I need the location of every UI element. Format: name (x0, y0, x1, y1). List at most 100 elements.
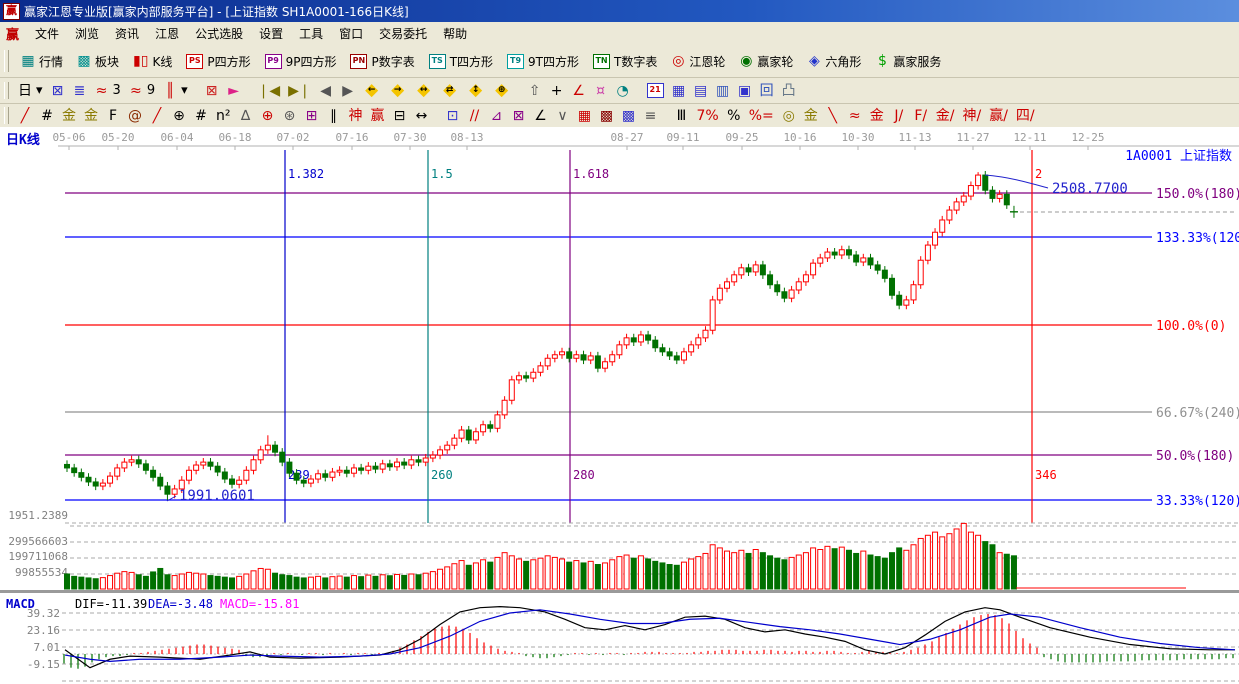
angle-fan-tool[interactable]: ∠ (530, 107, 552, 125)
p-square-button[interactable]: PSP四方形 (179, 50, 257, 73)
volume-profile-tool[interactable]: Ⅲ (671, 107, 693, 125)
hexagon-button[interactable]: ◈六角形 (800, 50, 868, 73)
pan-hand-icon[interactable]: ⇧ (524, 82, 546, 100)
flag-icon[interactable]: ► (223, 82, 245, 100)
9t-square-button[interactable]: T99T四方形 (500, 50, 586, 73)
menu-item-0[interactable]: 文件 (27, 24, 67, 44)
t-square-button[interactable]: TST四方形 (422, 50, 500, 73)
report-icon[interactable]: ▥ (712, 82, 734, 100)
toolbar-grip[interactable] (4, 82, 9, 100)
square-web-tool[interactable]: ⊞ (301, 107, 323, 125)
redraw-icon[interactable]: ⊠ (201, 82, 223, 100)
menu-item-9[interactable]: 帮助 (435, 24, 475, 44)
gann-wheel-button[interactable]: ◎江恩轮 (664, 50, 732, 73)
f-angle-tool[interactable]: F/ (910, 107, 932, 125)
ying-angle-tool[interactable]: 赢/ (985, 107, 1012, 125)
j-angle-tool[interactable]: J/ (888, 107, 910, 125)
pixel-grid2-tool[interactable]: ▩ (596, 107, 618, 125)
chart-9-icon[interactable]: ≈9 (125, 82, 159, 100)
sectors-button[interactable]: ▩板块 (70, 50, 126, 73)
gold-circle-tool[interactable]: ◎ (778, 107, 800, 125)
windows-icon[interactable]: 回 (756, 82, 778, 100)
grid-plus-tool[interactable]: # (190, 107, 212, 125)
menu-item-2[interactable]: 资讯 (107, 24, 147, 44)
f-comb-tool[interactable]: F (102, 107, 124, 125)
smart-tool-icon[interactable]: ◔ (612, 82, 634, 100)
web-zoom-icon[interactable]: ⊠ (47, 82, 69, 100)
n-square-tool[interactable]: n² (212, 107, 235, 125)
gold-angle-tool[interactable]: 金/ (932, 107, 959, 125)
angle-measure-icon[interactable]: ∠ (568, 82, 590, 100)
calculator-icon[interactable]: ▦ (668, 82, 690, 100)
chart-canvas[interactable]: 05-0605-2006-0406-1807-0207-1607-3008-13… (0, 127, 1239, 684)
menu-item-3[interactable]: 江恩 (147, 24, 187, 44)
gold-bars-tool[interactable]: 金 (866, 107, 888, 125)
box-select-tool[interactable]: ⊡ (442, 107, 464, 125)
percent-tool[interactable]: % (723, 107, 745, 125)
quotes-button[interactable]: ▦行情 (14, 50, 70, 73)
spiral-tool[interactable]: @ (124, 107, 146, 125)
shen-angle-tool[interactable]: 神/ (958, 107, 985, 125)
gold-comb2-tool[interactable]: 金 (80, 107, 102, 125)
menu-item-5[interactable]: 设置 (251, 24, 291, 44)
candle-width-dropdown[interactable]: ║▾ (159, 82, 192, 100)
gann-shift-right-icon[interactable]: ◆→ (385, 80, 411, 101)
gann-compress-icon[interactable]: ◆⇄ (437, 80, 463, 101)
shen-grid-tool[interactable]: 神 (345, 107, 367, 125)
jump-end-icon[interactable]: ▶❘ (284, 82, 315, 100)
winner-service-button[interactable]: $赢家服务 (868, 50, 948, 73)
gann-expand-icon[interactable]: ◆↔ (411, 80, 437, 101)
menu-item-6[interactable]: 工具 (291, 24, 331, 44)
menu-item-4[interactable]: 公式选股 (187, 24, 251, 44)
crosshair-icon[interactable]: + (546, 82, 568, 100)
gann-grid-icon[interactable]: ◆⊕ (489, 80, 515, 101)
candlestick-series[interactable] (65, 171, 1018, 500)
t-number-table-button[interactable]: TNT数字表 (586, 50, 664, 73)
vee-tool[interactable]: ∨ (552, 107, 574, 125)
percent-7-tool[interactable]: 7% (693, 107, 723, 125)
menu-item-7[interactable]: 窗口 (331, 24, 371, 44)
pixel-grid3-tool[interactable]: ▩ (618, 107, 640, 125)
toolbar-grip[interactable] (4, 107, 9, 123)
pen-mark-tool[interactable]: ╲ (822, 107, 844, 125)
9p-square-button[interactable]: P99P四方形 (258, 50, 344, 73)
ruler-123-tool[interactable]: ⊟ (389, 107, 411, 125)
gold-line-tool[interactable]: 金 (800, 107, 822, 125)
jump-start-icon[interactable]: ❘◀ (254, 82, 285, 100)
volume-series[interactable] (65, 523, 1017, 589)
menu-item-8[interactable]: 交易委托 (371, 24, 435, 44)
circle-grid-tool[interactable]: ⊕ (168, 107, 190, 125)
brush-tool[interactable]: ╱ (14, 107, 36, 125)
gann-shift-left-icon[interactable]: ◆← (359, 80, 385, 101)
compass-tool[interactable]: ⊕ (257, 107, 279, 125)
web-box-tool[interactable]: ⊠ (508, 107, 530, 125)
spiderweb-tool[interactable]: ⊛ (279, 107, 301, 125)
wave-tool[interactable]: ≈ (844, 107, 866, 125)
ying-grid-tool[interactable]: 赢 (367, 107, 389, 125)
brush2-tool[interactable]: ╱ (146, 107, 168, 125)
chart-3-icon[interactable]: ≈3 (91, 82, 125, 100)
candle-style-dropdown[interactable]: 日▾ (14, 82, 47, 100)
gann-pink-tool-icon[interactable]: ¤ (590, 82, 612, 100)
pane-divider[interactable] (0, 590, 1239, 593)
step-back-icon[interactable]: ◀ (315, 82, 337, 100)
gold-comb-tool[interactable]: 金 (58, 107, 80, 125)
gann-comb-tool[interactable]: # (36, 107, 58, 125)
print-icon[interactable]: 凸 (778, 82, 800, 100)
menu-item-1[interactable]: 浏览 (67, 24, 107, 44)
save-icon[interactable]: ▣ (734, 82, 756, 100)
kline-pair-tool[interactable]: ∥ (323, 107, 345, 125)
calendar-icon[interactable]: 21 (643, 81, 668, 100)
info-panel-icon[interactable]: ≣ (69, 82, 91, 100)
p-number-table-button[interactable]: PNP数字表 (343, 50, 421, 73)
width-arrow-tool[interactable]: ↔ (411, 107, 433, 125)
fan-lines-tool[interactable]: // (464, 107, 486, 125)
step-forward-icon[interactable]: ▶ (337, 82, 359, 100)
pixel-grid-tool[interactable]: ▦ (574, 107, 596, 125)
kline-button[interactable]: ▮▯K线 (126, 50, 179, 73)
fan-box-tool[interactable]: ⊿ (486, 107, 508, 125)
winner-wheel-button[interactable]: ◉赢家轮 (732, 50, 800, 73)
mirror-tool[interactable]: ∆ (235, 107, 257, 125)
toolbar-grip[interactable] (4, 50, 9, 72)
si-angle-tool[interactable]: 四/ (1012, 107, 1039, 125)
